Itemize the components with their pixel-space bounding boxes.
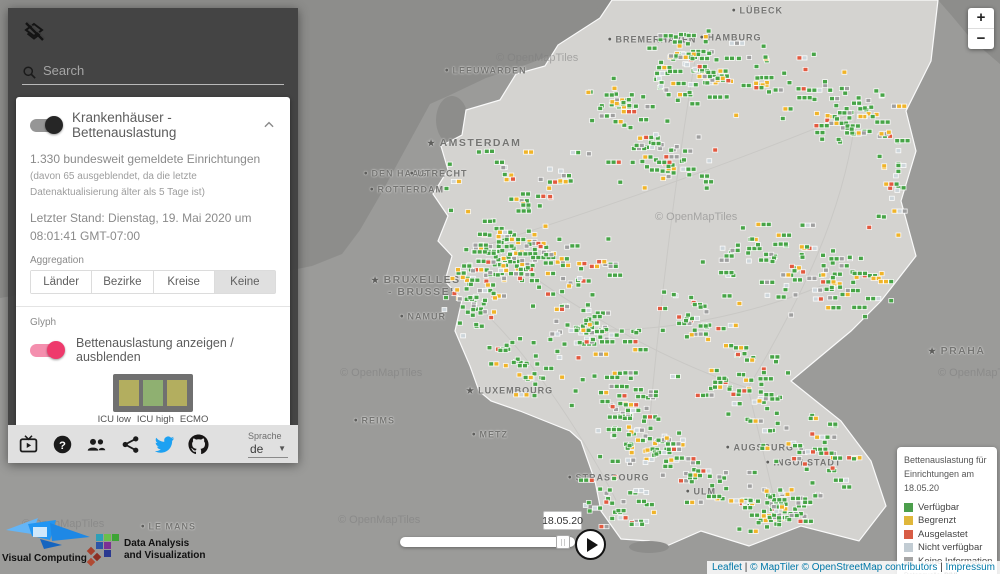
aggregation-option[interactable]: Länder <box>31 271 92 293</box>
glyph-preview-cell <box>167 380 187 406</box>
aggregation-option[interactable]: Kreise <box>154 271 215 293</box>
last-update: Letzter Stand: Dienstag, 19. Mai 2020 um… <box>30 209 280 245</box>
glyph-visibility-toggle[interactable] <box>30 344 64 357</box>
team-icon[interactable] <box>86 434 107 455</box>
search-field[interactable] <box>22 61 284 85</box>
timeline-slider-track[interactable] <box>400 537 575 547</box>
sidebar-main: Krankenhäuser - Bettenauslastung 1.330 b… <box>8 8 298 425</box>
dav-logo: Data Analysis and Visualization <box>86 532 206 568</box>
timeline-slider-handle[interactable] <box>556 535 570 549</box>
divider <box>16 306 290 307</box>
glyph-preview: ICU lowICU highECMO * Die Farben stellen… <box>30 374 276 425</box>
glyph-preview-box <box>113 374 193 412</box>
search-input[interactable] <box>43 61 284 80</box>
glyph-toggle-label: Bettenauslastung anzeigen / ausblenden <box>76 336 276 364</box>
glyph-preview-cell <box>143 380 163 406</box>
language-select[interactable]: de ▼ <box>248 441 288 458</box>
dav-logo-mark <box>86 532 120 568</box>
play-button[interactable] <box>575 529 606 560</box>
glyph-preview-label: ECMO <box>180 414 209 425</box>
legend-item-label: Ausgelastet <box>918 529 968 540</box>
help-icon[interactable]: ? <box>52 434 73 455</box>
github-icon[interactable] <box>188 434 209 455</box>
map-zoom-control: + − <box>968 8 994 49</box>
map-legend-panel: Bettenauslastung für Einrichtungen am 18… <box>897 447 997 574</box>
language-value: de <box>250 442 263 456</box>
legend-item-label: Verfügbar <box>918 502 959 513</box>
facility-note: (davon 65 ausgeblendet, da die letzte Da… <box>30 169 275 200</box>
map-attribution: Leaflet | © MapTiler © OpenStreetMap con… <box>707 561 1000 574</box>
svg-text:?: ? <box>59 439 66 451</box>
twitter-icon[interactable] <box>154 434 175 455</box>
chevron-down-icon: ▼ <box>278 444 286 453</box>
glyph-preview-label: ICU low <box>98 414 131 425</box>
impressum-link[interactable]: Impressum <box>946 562 995 573</box>
legend-color-square <box>904 530 913 539</box>
aggregation-option[interactable]: Keine <box>215 271 275 293</box>
visual-computing-logo-mark <box>2 510 94 550</box>
maptiler-link[interactable]: © MapTiler <box>750 562 799 573</box>
legend-color-square <box>904 543 913 552</box>
layer-title: Krankenhäuser - Bettenauslastung <box>72 110 252 140</box>
search-icon <box>22 65 37 80</box>
aggregation-button-group: LänderBezirkeKreiseKeine <box>30 270 276 294</box>
language-label: Sprache <box>248 431 288 441</box>
glyph-preview-labels: ICU low ICU high ECMO <box>30 414 276 425</box>
glyph-toggle-row: Bettenauslastung anzeigen / ausblenden <box>30 336 276 364</box>
zoom-in-button[interactable]: + <box>968 8 994 28</box>
aggregation-option[interactable]: Bezirke <box>92 271 153 293</box>
glyph-preview-label: ICU high <box>137 414 174 425</box>
layers-off-icon[interactable] <box>22 20 46 44</box>
facility-count: 1.330 bundesweit gemeldete Einrichtungen <box>30 152 276 166</box>
legend-item-label: Begrenzt <box>918 515 956 526</box>
legend-item: Nicht verfügbar <box>904 542 990 553</box>
legend-item: Verfügbar <box>904 502 990 513</box>
leaflet-link[interactable]: Leaflet <box>712 562 742 573</box>
layer-card-header: Krankenhäuser - Bettenauslastung <box>30 110 276 140</box>
visual-computing-logo: Visual Computing <box>2 510 97 564</box>
aggregation-label: Aggregation <box>30 255 276 266</box>
demo-video-icon[interactable] <box>18 434 39 455</box>
layer-visibility-toggle[interactable] <box>30 119 62 132</box>
play-icon <box>587 538 598 552</box>
legend-item-label: Nicht verfügbar <box>918 542 982 553</box>
control-sidebar: Krankenhäuser - Bettenauslastung 1.330 b… <box>8 8 298 463</box>
legend-item: Ausgelastet <box>904 529 990 540</box>
layer-card: Krankenhäuser - Bettenauslastung 1.330 b… <box>16 97 290 425</box>
app: ★AMSTERDAM•DEN HAAG•UTRECHT•ROTTERDAM•LE… <box>0 0 1000 574</box>
glyph-preview-cell <box>119 380 139 406</box>
legend-color-square <box>904 503 913 512</box>
zoom-out-button[interactable]: − <box>968 29 994 49</box>
language-block: Sprache de ▼ <box>248 431 288 458</box>
dav-label: Data Analysis and Visualization <box>124 538 206 563</box>
visual-computing-label: Visual Computing <box>2 553 97 564</box>
collapse-chevron-icon[interactable] <box>262 118 276 132</box>
glyph-label: Glyph <box>30 317 276 328</box>
hospital-glyphs[interactable] <box>442 29 910 534</box>
sidebar-footer: ? Sprache <box>8 425 298 463</box>
share-icon[interactable] <box>120 434 141 455</box>
legend-item: Begrenzt <box>904 515 990 526</box>
legend-items: Verfügbar Begrenzt Ausgelastet Nicht verfüg… <box>904 502 990 567</box>
legend-color-square <box>904 516 913 525</box>
timeline-date-tooltip: 18.05.20 <box>543 511 582 530</box>
legend-title: Bettenauslastung für Einrichtungen am 18… <box>904 454 990 496</box>
osm-link[interactable]: © OpenStreetMap contributors <box>802 562 938 573</box>
